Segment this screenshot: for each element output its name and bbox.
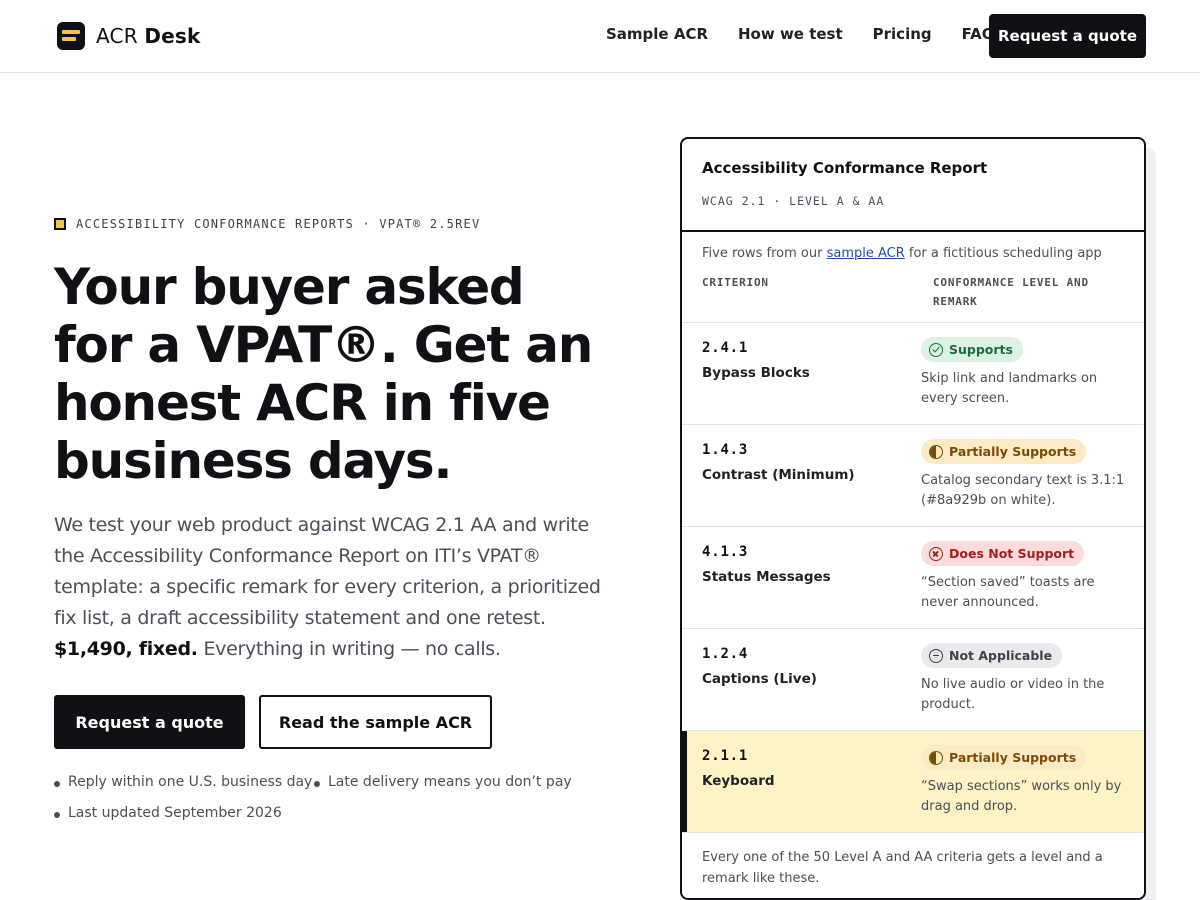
- column-header-conformance: CONFORMANCE LEVEL AND REMARK: [933, 276, 1089, 308]
- card-footer-note: Every one of the 50 Level A and AA crite…: [702, 850, 1103, 886]
- table-row: 1.2.4 Captions (Live) Not Applicable No …: [682, 629, 1144, 731]
- lede-tail: Everything in writing — no calls.: [197, 638, 501, 660]
- intro-after: for a fictitious scheduling app: [904, 246, 1102, 261]
- read-sample-acr-button[interactable]: Read the sample ACR: [259, 695, 492, 749]
- criterion-number: 4.1.3: [702, 544, 749, 560]
- criterion-number: 2.1.1: [702, 748, 749, 764]
- logo-icon: [57, 22, 85, 50]
- acr-preview-card: Accessibility Conformance Report WCAG 2.…: [680, 137, 1146, 900]
- criterion-number: 1.4.3: [702, 442, 749, 458]
- status-badge-label: Does Not Support: [949, 546, 1075, 561]
- status-badge: Supports: [921, 337, 1023, 362]
- x-circle-icon: [929, 546, 943, 561]
- square-bullet-icon: [54, 218, 66, 230]
- criterion-name: Keyboard: [702, 773, 775, 789]
- brand-name-part1: ACR: [96, 24, 138, 48]
- criterion-number: 1.2.4: [702, 646, 749, 662]
- main-nav: Sample ACR How we test Pricing FAQ: [606, 25, 1025, 43]
- lede-price: $1,490, fixed.: [54, 638, 198, 660]
- check-circle-icon: [929, 342, 943, 357]
- criterion-name: Status Messages: [702, 569, 831, 585]
- table-row: 4.1.3 Status Messages Does Not Support “…: [682, 527, 1144, 629]
- half-circle-icon: [929, 750, 943, 765]
- criterion-remark: “Swap sections” works only by drag and d…: [921, 779, 1122, 814]
- column-header-criterion: CRITERION: [702, 276, 769, 289]
- brand-logo[interactable]: ACR Desk: [57, 22, 201, 50]
- request-quote-button[interactable]: Request a quote: [54, 695, 245, 749]
- minus-circle-icon: [929, 648, 943, 663]
- table-row: 2.4.1 Bypass Blocks Supports Skip link a…: [682, 323, 1144, 425]
- status-badge-label: Partially Supports: [949, 444, 1077, 459]
- status-badge: Partially Supports: [921, 439, 1087, 464]
- brand-name: ACR Desk: [96, 24, 201, 48]
- criterion-name: Captions (Live): [702, 671, 817, 687]
- status-badge-label: Partially Supports: [949, 750, 1077, 765]
- criterion-number: 2.4.1: [702, 340, 749, 356]
- criterion-name: Contrast (Minimum): [702, 467, 855, 483]
- note-last-updated: Last updated September 2026: [54, 805, 282, 821]
- nav-link-how-we-test[interactable]: How we test: [738, 25, 843, 43]
- note-reply-time: Reply within one U.S. business day: [54, 774, 312, 790]
- hero-lede: We test your web product against WCAG 2.…: [54, 510, 624, 665]
- status-badge: Does Not Support: [921, 541, 1085, 566]
- brand-name-part2: Desk: [144, 24, 201, 48]
- status-badge: Not Applicable: [921, 643, 1063, 668]
- criterion-name: Bypass Blocks: [702, 365, 810, 381]
- status-badge-label: Not Applicable: [949, 648, 1053, 663]
- hero-headline: Your buyer asked for a VPAT®. Get an hon…: [54, 258, 593, 490]
- lede-main: We test your web product against WCAG 2.…: [54, 514, 601, 629]
- note-late-delivery: Late delivery means you don’t pay: [314, 774, 572, 790]
- sample-acr-link[interactable]: sample ACR: [827, 246, 905, 261]
- intro-before: Five rows from our: [702, 246, 827, 261]
- site-header: ACR Desk Sample ACR How we test Pricing …: [0, 0, 1200, 73]
- hero-eyebrow: ACCESSIBILITY CONFORMANCE REPORTS · VPAT…: [54, 217, 480, 231]
- nav-link-sample-acr[interactable]: Sample ACR: [606, 25, 708, 43]
- criterion-remark: Skip link and landmarks on every screen.: [921, 371, 1098, 406]
- nav-link-pricing[interactable]: Pricing: [873, 25, 932, 43]
- table-header: CRITERION CONFORMANCE LEVEL AND REMARK: [682, 261, 1144, 323]
- header-request-quote-button[interactable]: Request a quote: [989, 14, 1146, 58]
- half-circle-icon: [929, 444, 943, 459]
- card-intro: Five rows from our sample ACR for a fict…: [682, 232, 1144, 261]
- eyebrow-text: ACCESSIBILITY CONFORMANCE REPORTS · VPAT…: [76, 217, 481, 231]
- table-row-highlighted: 2.1.1 Keyboard Partially Supports “Swap …: [682, 731, 1144, 833]
- card-header: Accessibility Conformance Report WCAG 2.…: [682, 139, 1144, 232]
- status-badge-label: Supports: [949, 342, 1013, 357]
- table-row: 1.4.3 Contrast (Minimum) Partially Suppo…: [682, 425, 1144, 527]
- card-subtitle: WCAG 2.1 · LEVEL A & AA: [702, 194, 885, 208]
- criterion-remark: “Section saved” toasts are never announc…: [921, 575, 1095, 610]
- criterion-remark: Catalog secondary text is 3.1:1 (#8a929b…: [921, 473, 1125, 508]
- criterion-remark: No live audio or video in the product.: [921, 677, 1105, 712]
- status-badge: Partially Supports: [921, 745, 1087, 770]
- card-title: Accessibility Conformance Report: [702, 159, 988, 177]
